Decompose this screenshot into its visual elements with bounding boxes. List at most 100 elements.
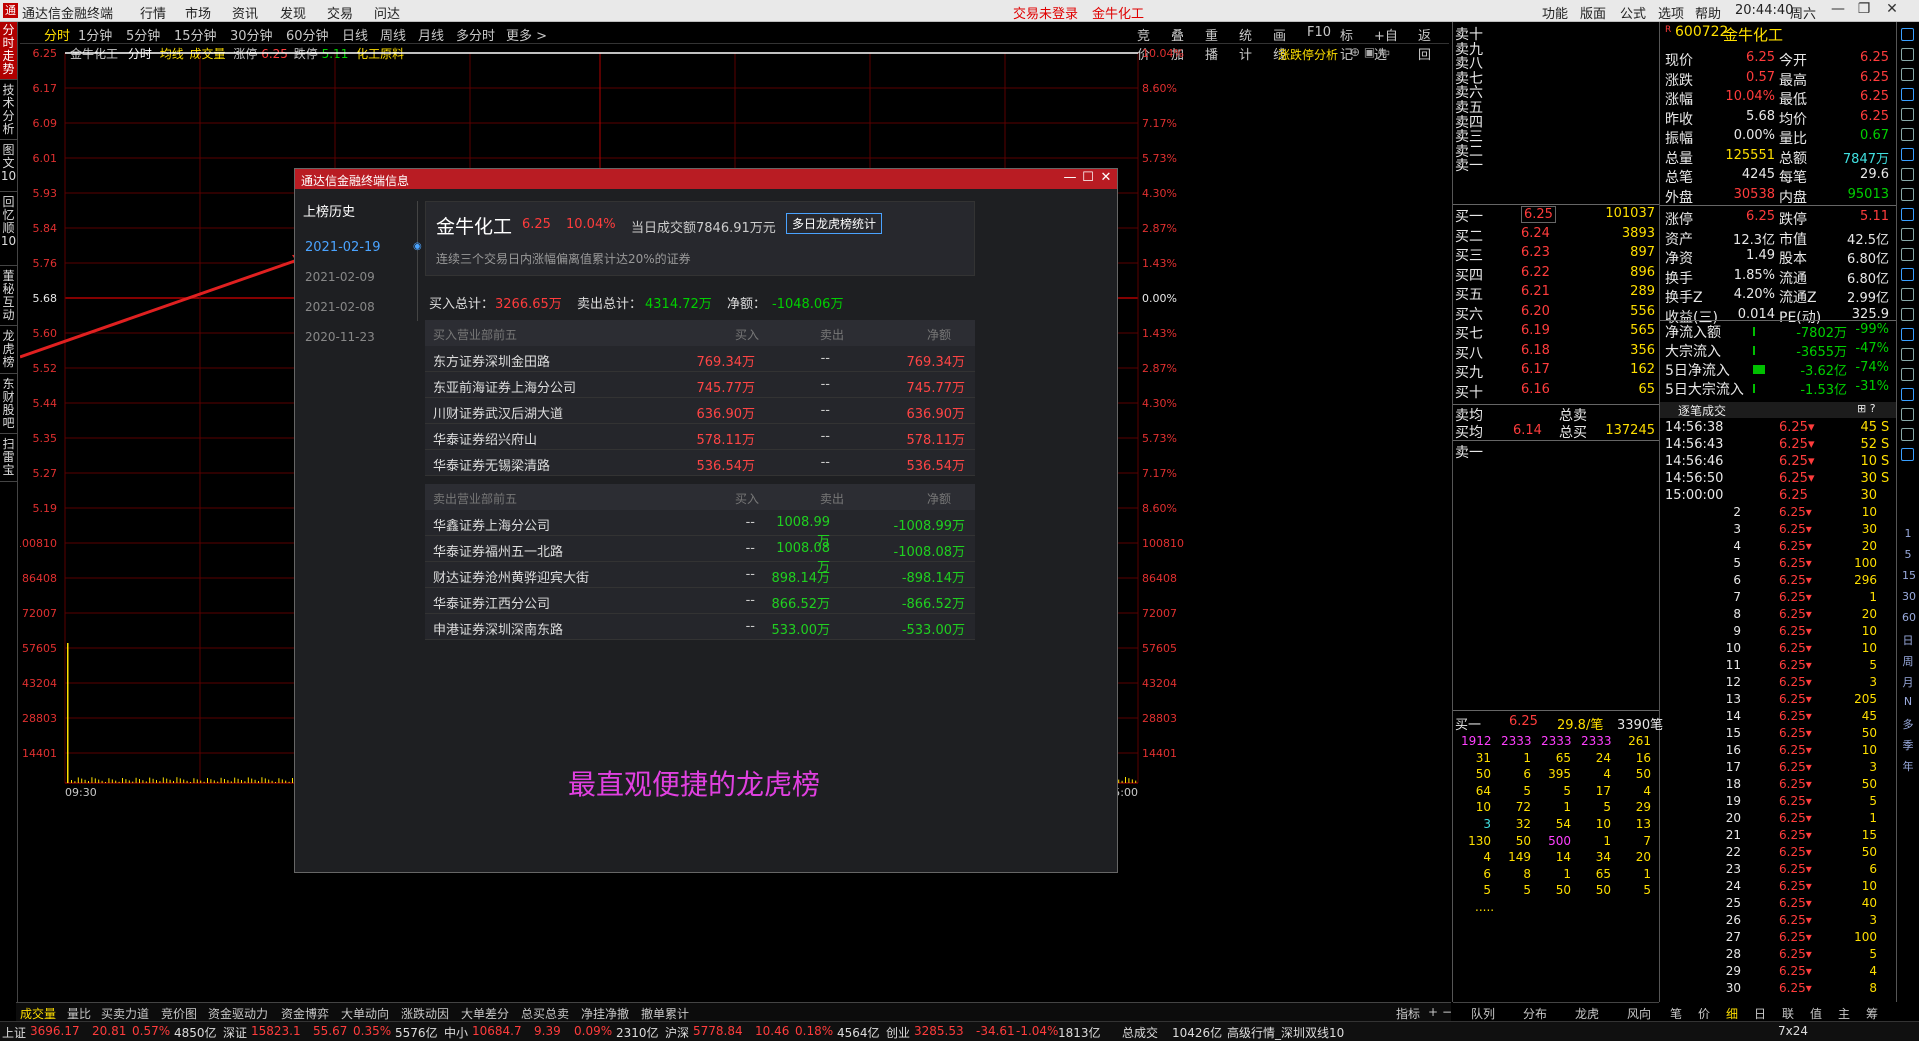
index-name[interactable]: 沪深 <box>665 1024 689 1041</box>
quote-tab[interactable]: 龙虎 <box>1575 1005 1599 1022</box>
zoom-out-button[interactable]: − <box>1442 1005 1452 1019</box>
indicator-tab[interactable]: 净挂净撤 <box>581 1005 629 1022</box>
period-30min[interactable]: 30分钟 <box>230 25 273 44</box>
period-day[interactable]: 日线 <box>342 25 368 44</box>
buy-broker-row[interactable]: 华泰证券绍兴府山 578.11万 -- 578.11万 <box>425 424 975 450</box>
side-tab-dragon-tiger[interactable]: 龙虎榜 <box>0 328 17 374</box>
period-shortcut[interactable]: 15 <box>1902 569 1916 582</box>
tool-strip-icon[interactable] <box>1901 328 1914 341</box>
quote-tab[interactable]: 队列 <box>1471 1005 1495 1022</box>
tool-strip-icon[interactable] <box>1901 368 1914 381</box>
period-15min[interactable]: 15分钟 <box>174 25 217 44</box>
menu-wenda[interactable]: 问达 <box>374 3 400 22</box>
side-tab-technical[interactable]: 技术分析 <box>0 82 17 140</box>
tool-strip-icon[interactable] <box>1901 408 1914 421</box>
history-date-2[interactable]: 2021-02-09 <box>305 270 375 284</box>
tool-strip-icon[interactable] <box>1901 288 1914 301</box>
tool-strip-icon[interactable] <box>1901 428 1914 441</box>
side-tab-review[interactable]: 回忆顺10 <box>0 194 17 266</box>
index-name[interactable]: 中小 <box>444 1024 468 1041</box>
tick-tab[interactable]: 日 <box>1754 1005 1766 1022</box>
dialog-minimize-icon[interactable]: — <box>1061 170 1079 185</box>
tool-strip-icon[interactable] <box>1901 248 1914 261</box>
period-5min[interactable]: 5分钟 <box>126 25 160 44</box>
menu-help[interactable]: 帮助 <box>1695 3 1721 22</box>
period-shortcut[interactable]: 5 <box>1902 548 1914 561</box>
tick-tab[interactable]: 值 <box>1810 1005 1822 1022</box>
tool-strip-icon[interactable] <box>1901 268 1914 281</box>
zoom-in-button[interactable]: + <box>1428 1005 1438 1019</box>
tool-f10[interactable]: F10 <box>1307 25 1331 40</box>
period-shortcut[interactable]: 1 <box>1902 527 1914 540</box>
buy-level-price[interactable]: 6.25 <box>1521 206 1556 223</box>
tool-strip-icon[interactable] <box>1901 168 1914 181</box>
period-shortcut[interactable]: 多 <box>1902 716 1914 732</box>
tick-tab[interactable]: 笔 <box>1670 1005 1682 1022</box>
menu-market[interactable]: 行情 <box>140 3 166 22</box>
menu-options[interactable]: 选项 <box>1658 3 1684 22</box>
buy-level-price[interactable]: 6.19 <box>1521 323 1550 338</box>
period-multi[interactable]: 多分时 <box>456 25 495 44</box>
tool-strip-icon[interactable] <box>1901 48 1914 61</box>
sell-broker-row[interactable]: 财达证券沧州黄骅迎宾大街 -- 898.14万 -898.14万 <box>425 562 975 588</box>
buy-level-price[interactable]: 6.22 <box>1521 265 1550 280</box>
sell-broker-row[interactable]: 申港证券深圳深南东路 -- 533.00万 -533.00万 <box>425 614 975 640</box>
tool-strip-icon[interactable] <box>1901 28 1914 41</box>
period-month[interactable]: 月线 <box>418 25 444 44</box>
indicator-button[interactable]: 指标 <box>1396 1005 1420 1022</box>
side-tab-minesweeper[interactable]: 扫雷宝 <box>0 436 17 482</box>
tick-tab[interactable]: 联 <box>1782 1005 1794 1022</box>
menu-markets[interactable]: 市场 <box>185 3 211 22</box>
sell-broker-row[interactable]: 华泰证券福州五一北路 -- 1008.08万 -1008.08万 <box>425 536 975 575</box>
dialog-close-icon[interactable]: ✕ <box>1097 170 1115 185</box>
tool-strip-icon[interactable] <box>1901 388 1914 401</box>
tool-strip-icon[interactable] <box>1901 88 1914 101</box>
buy-level-price[interactable]: 6.17 <box>1521 362 1550 377</box>
tool-strip-icon[interactable] <box>1901 448 1914 461</box>
side-tab-timeshare[interactable]: 分时走势 <box>0 22 17 80</box>
side-tab-graphic[interactable]: 图文10 <box>0 142 17 192</box>
buy-level-price[interactable]: 6.23 <box>1521 245 1550 260</box>
sell-broker-row[interactable]: 华鑫证券上海分公司 -- 1008.99万 -1008.99万 <box>425 510 975 549</box>
history-date-3[interactable]: 2021-02-08 <box>305 300 375 314</box>
index-name[interactable]: 上证 <box>2 1024 26 1041</box>
tick-tab[interactable]: 主 <box>1838 1005 1850 1022</box>
tool-strip-icon[interactable] <box>1901 348 1914 361</box>
menu-trade[interactable]: 交易 <box>327 3 353 22</box>
period-shortcut[interactable]: 周 <box>1902 653 1914 669</box>
tick-tab[interactable]: 价 <box>1698 1005 1710 1022</box>
indicator-tab[interactable]: 买卖力道 <box>101 1005 149 1022</box>
tool-strip-icon[interactable] <box>1901 148 1914 161</box>
multi-day-button[interactable]: 多日龙虎榜统计 <box>786 213 883 234</box>
buy-level-price[interactable]: 6.24 <box>1521 226 1550 241</box>
menu-formula[interactable]: 公式 <box>1620 3 1646 22</box>
tool-strip-icon[interactable] <box>1901 228 1914 241</box>
period-1min[interactable]: 1分钟 <box>78 25 112 44</box>
tool-strip-icon[interactable] <box>1901 68 1914 81</box>
indicator-tab[interactable]: 涨跌动因 <box>401 1005 449 1022</box>
indicator-tab[interactable]: 成交量 <box>20 1005 56 1022</box>
close-icon[interactable]: ✕ <box>1880 1 1904 21</box>
buy-broker-row[interactable]: 川财证券武汉后湖大道 636.90万 -- 636.90万 <box>425 398 975 424</box>
indicator-tab[interactable]: 资金驱动力 <box>208 1005 268 1022</box>
side-tab-guba[interactable]: 东财股吧 <box>0 376 17 434</box>
period-shortcut[interactable]: 30 <box>1902 590 1916 603</box>
menu-layout[interactable]: 版面 <box>1580 3 1606 22</box>
indicator-tab[interactable]: 撤单累计 <box>641 1005 689 1022</box>
indicator-tab[interactable]: 大单动向 <box>341 1005 389 1022</box>
tool-strip-icon[interactable] <box>1901 208 1914 221</box>
menu-info[interactable]: 资讯 <box>232 3 258 22</box>
indicator-tab[interactable]: 量比 <box>67 1005 91 1022</box>
clock-7x24[interactable]: 7x24 <box>1778 1024 1808 1038</box>
period-shortcut[interactable]: 年 <box>1902 758 1914 774</box>
period-timeshare[interactable]: 分时 <box>44 25 70 44</box>
tool-strip-icon[interactable] <box>1901 188 1914 201</box>
indicator-tab[interactable]: 总买总卖 <box>521 1005 569 1022</box>
period-shortcut[interactable]: 月 <box>1902 674 1914 690</box>
indicator-tab[interactable]: 大单差分 <box>461 1005 509 1022</box>
indicator-tab[interactable]: 资金博弈 <box>281 1005 329 1022</box>
restore-icon[interactable]: ❐ <box>1852 1 1876 21</box>
buy-broker-row[interactable]: 华泰证券无锡梁清路 536.54万 -- 536.54万 <box>425 450 975 476</box>
tick-tab[interactable]: 筹 <box>1866 1005 1878 1022</box>
quote-tab[interactable]: 风向 <box>1627 1005 1651 1022</box>
